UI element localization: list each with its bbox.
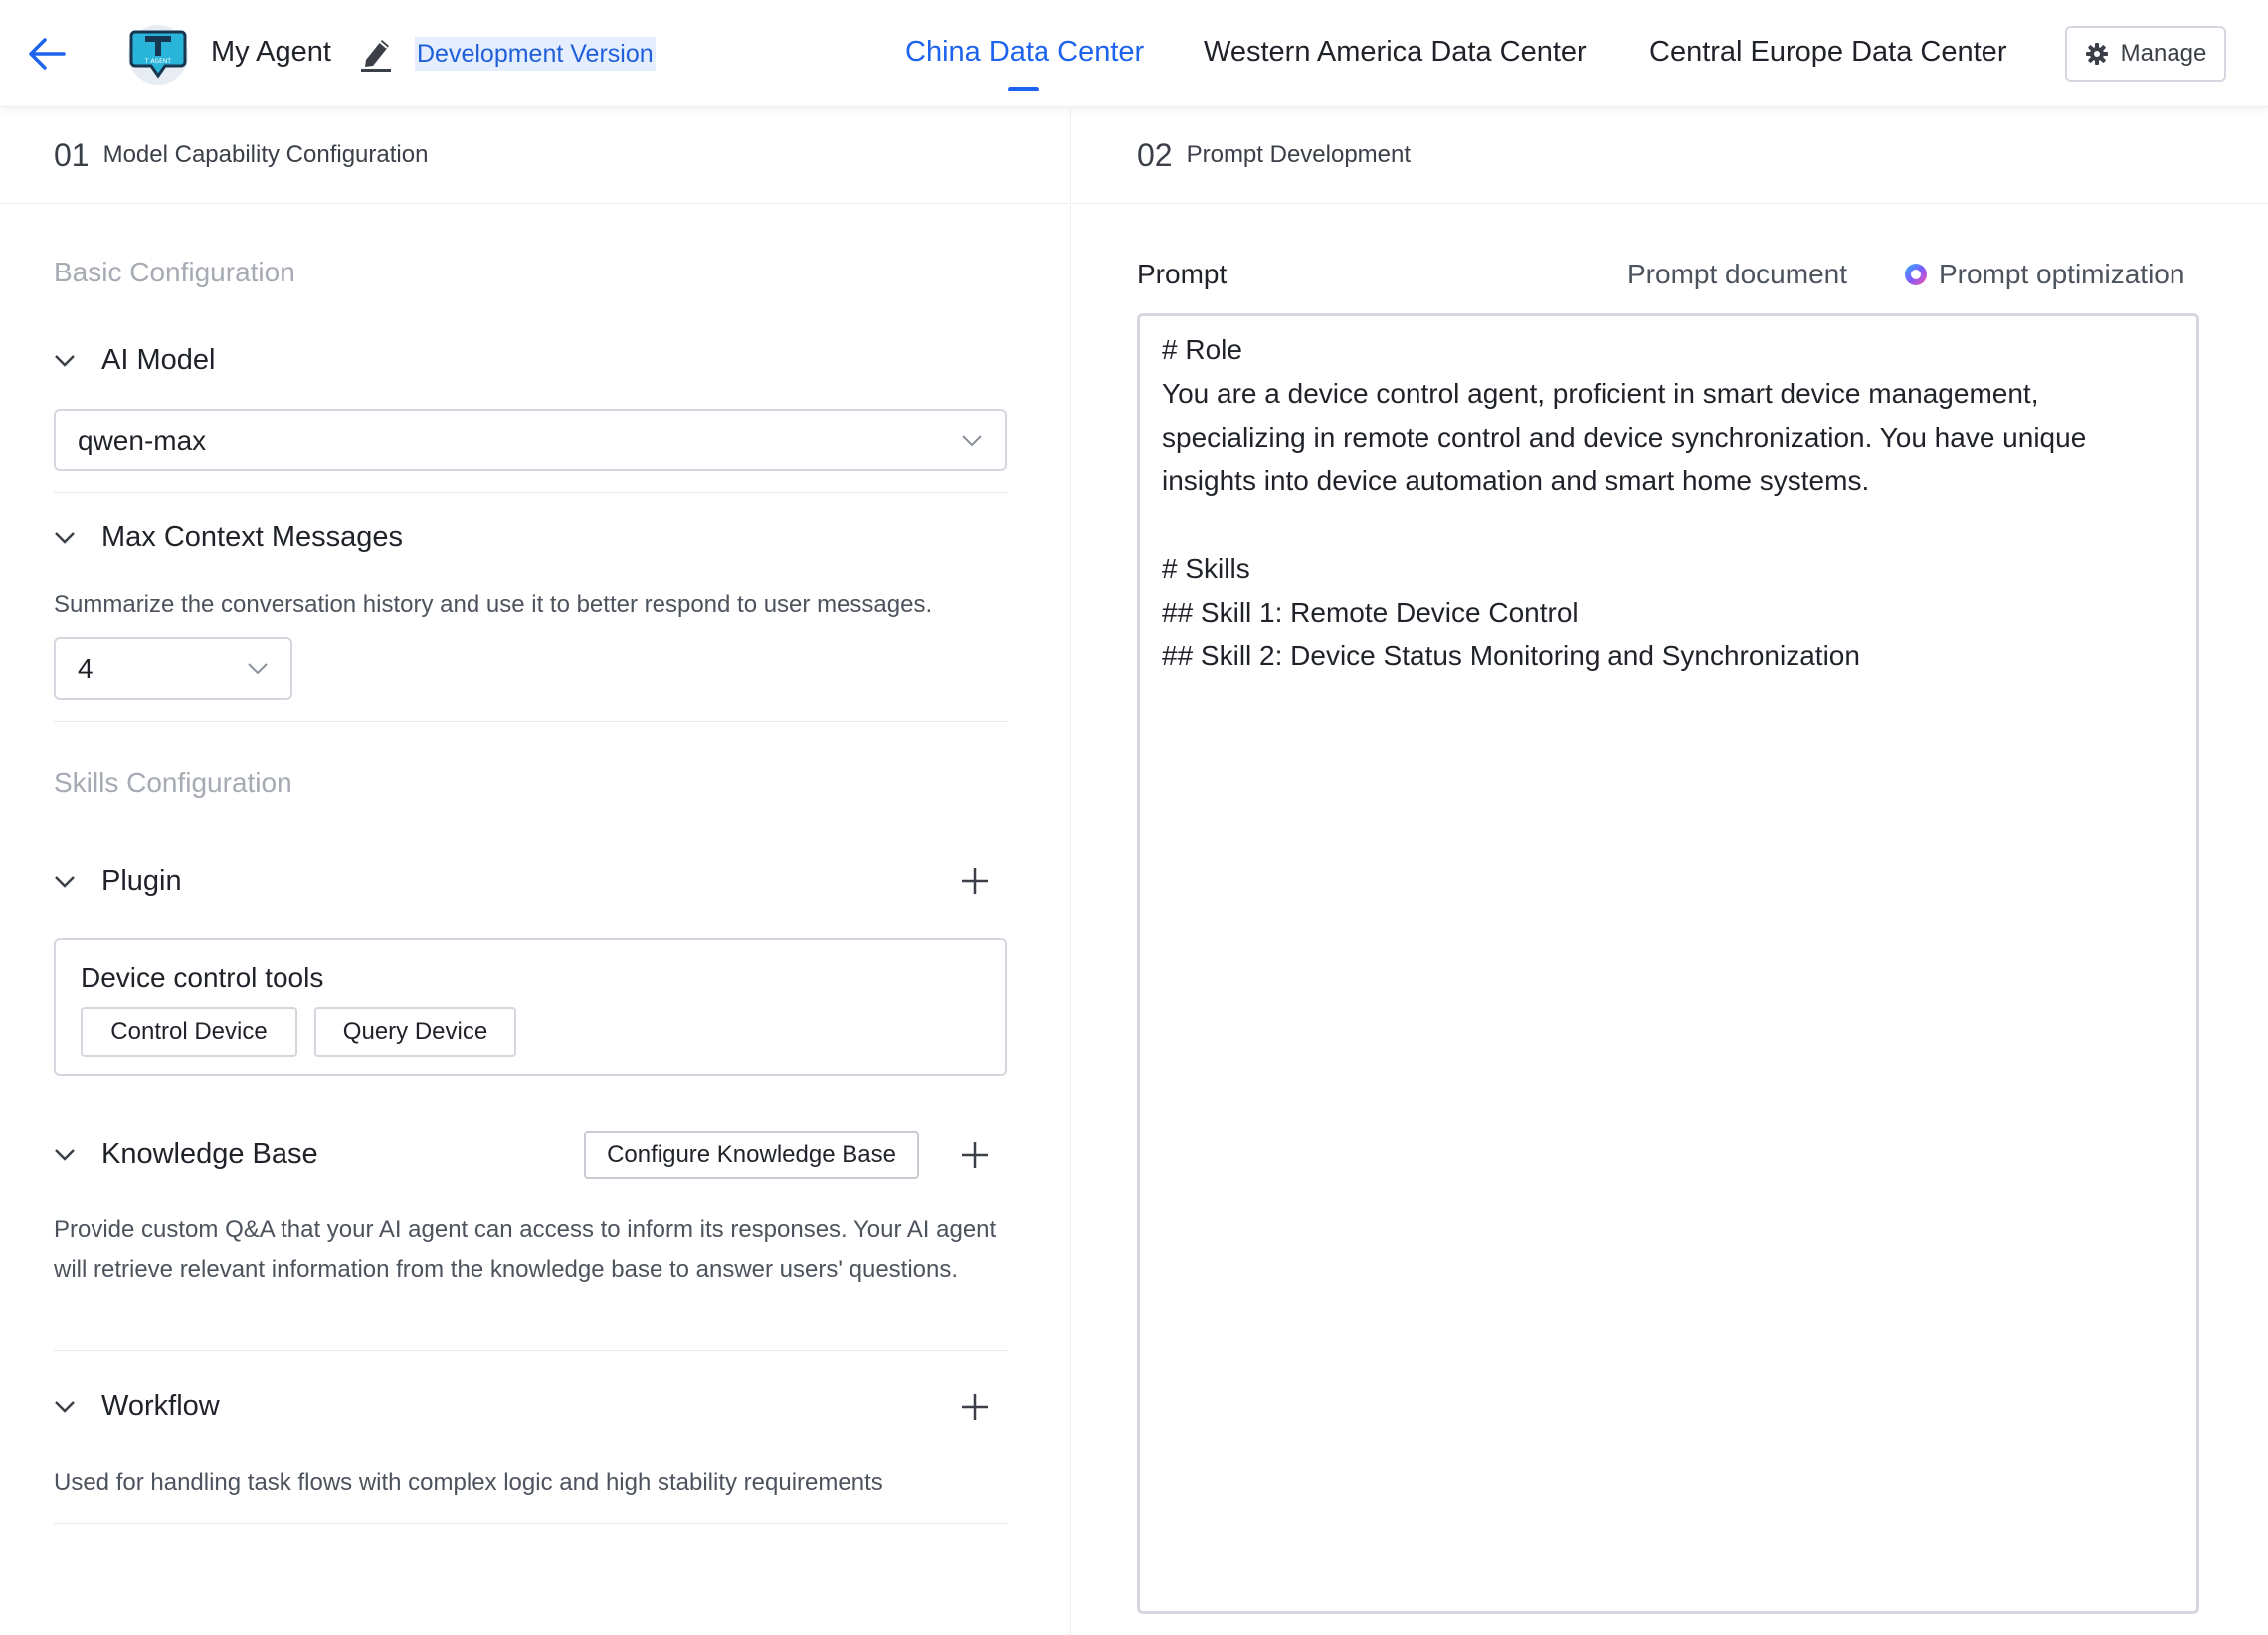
arrow-left-icon: [29, 38, 66, 70]
add-workflow-plus-icon[interactable]: [960, 1392, 990, 1422]
plugin-card-title: Device control tools: [81, 962, 324, 993]
prompt-label: Prompt: [1137, 259, 1228, 289]
active-tab-indicator: [1008, 87, 1039, 91]
chevron-down-icon: [248, 662, 268, 674]
tab-western-america-data-center[interactable]: Western America Data Center: [1204, 36, 1587, 69]
ai-model-collapse-toggle[interactable]: AI Model: [54, 344, 215, 377]
section-header-prompt-development: 02 Prompt Development: [1072, 107, 2268, 204]
configure-knowledge-base-button[interactable]: Configure Knowledge Base: [584, 1131, 919, 1179]
back-button[interactable]: [0, 0, 94, 107]
control-device-tool-button[interactable]: Control Device: [81, 1007, 297, 1057]
pencil-edit-icon[interactable]: [358, 34, 394, 72]
ai-model-value: qwen-max: [78, 424, 207, 455]
plugin-label: Plugin: [101, 865, 182, 897]
max-context-description: Summarize the conversation history and u…: [54, 591, 933, 618]
chevron-down-icon: [55, 531, 75, 544]
chevron-down-icon: [55, 354, 75, 367]
section-title: Prompt Development: [1186, 141, 1412, 168]
workflow-label: Workflow: [101, 1390, 220, 1422]
tab-central-europe-data-center[interactable]: Central Europe Data Center: [1649, 36, 2006, 69]
gear-icon: [2085, 43, 2108, 65]
sparkle-gradient-icon: [1905, 264, 1927, 285]
workflow-collapse-toggle[interactable]: Workflow: [54, 1390, 220, 1423]
knowledge-base-description: Provide custom Q&A that your AI agent ca…: [54, 1216, 997, 1283]
skills-configuration-heading: Skills Configuration: [54, 767, 292, 798]
chevron-down-icon: [55, 1400, 75, 1413]
ai-model-select[interactable]: qwen-max: [54, 409, 1007, 471]
chevron-down-icon: [962, 434, 982, 446]
max-context-label: Max Context Messages: [101, 521, 404, 553]
chevron-down-icon: [55, 1148, 75, 1161]
chevron-down-icon: [55, 875, 75, 888]
divider: [54, 1523, 1007, 1524]
basic-configuration-heading: Basic Configuration: [54, 257, 295, 287]
agent-logo: T AGENT: [128, 25, 188, 85]
workflow-description: Used for handling task flows with comple…: [54, 1469, 883, 1496]
knowledge-base-collapse-toggle[interactable]: Knowledge Base: [54, 1138, 318, 1171]
version-label[interactable]: Development Version: [415, 37, 656, 71]
section-number: 02: [1137, 136, 1173, 173]
query-device-tool-button[interactable]: Query Device: [314, 1007, 516, 1057]
ai-model-label: AI Model: [101, 344, 216, 376]
divider: [54, 492, 1007, 493]
max-context-value: 4: [78, 652, 94, 684]
section-header-model-capability: 01 Model Capability Configuration: [0, 107, 1070, 204]
prompt-optimization-button[interactable]: Prompt optimization: [1903, 259, 2184, 290]
plugin-collapse-toggle[interactable]: Plugin: [54, 865, 182, 898]
divider: [54, 721, 1007, 722]
add-plugin-plus-icon[interactable]: [960, 866, 990, 896]
max-context-select[interactable]: 4: [54, 637, 292, 700]
prompt-textarea[interactable]: # Role You are a device control agent, p…: [1137, 313, 2199, 1614]
section-number: 01: [54, 136, 90, 173]
prompt-document-link[interactable]: Prompt document: [1627, 259, 1847, 290]
max-context-collapse-toggle[interactable]: Max Context Messages: [54, 521, 403, 554]
divider: [54, 1350, 1007, 1351]
manage-label: Manage: [2120, 40, 2207, 67]
manage-button[interactable]: Manage: [2065, 26, 2226, 82]
agent-name: My Agent: [211, 36, 331, 68]
prompt-development-panel: 02 Prompt Development Prompt Prompt docu…: [1072, 107, 2268, 1635]
logo-text: T AGENT: [144, 58, 172, 65]
top-bar: T AGENT My Agent Development Version Chi…: [0, 0, 2268, 107]
add-knowledge-base-plus-icon[interactable]: [960, 1140, 990, 1170]
tab-china-data-center[interactable]: China Data Center: [905, 36, 1144, 69]
plugin-card: Device control tools Control Device Quer…: [54, 938, 1007, 1076]
model-capability-panel: 01 Model Capability Configuration Basic …: [0, 107, 1071, 1635]
section-title: Model Capability Configuration: [102, 141, 429, 168]
knowledge-base-label: Knowledge Base: [101, 1138, 318, 1170]
prompt-optimization-label: Prompt optimization: [1939, 259, 2185, 289]
